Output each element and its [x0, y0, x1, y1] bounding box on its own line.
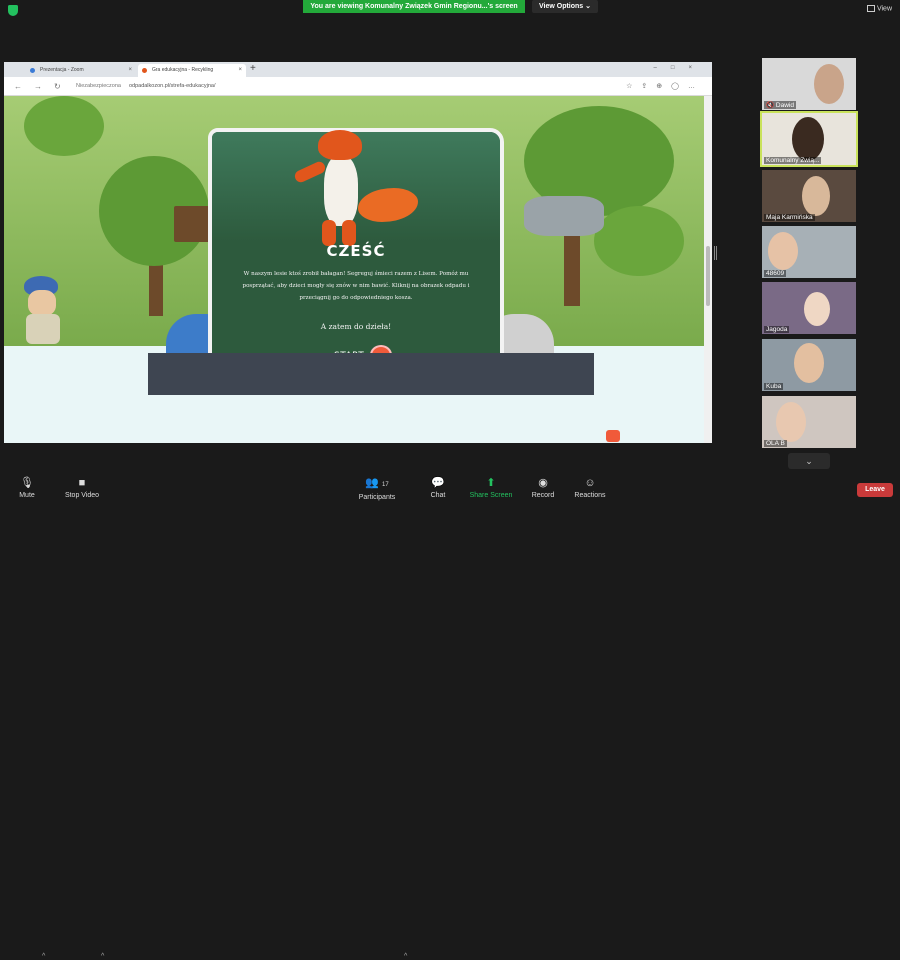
participant-name: 🔇 Dawid	[764, 101, 796, 109]
split-handle[interactable]	[714, 246, 717, 260]
share-screen-label: Share Screen	[469, 492, 513, 499]
video-tile[interactable]: Kuba	[762, 339, 856, 391]
url-input[interactable]: Niezabezpieczona odpadalkozon.pl/strefa-e…	[76, 81, 536, 92]
record-label: Record	[531, 492, 555, 499]
tree	[594, 206, 684, 276]
record-button[interactable]: ◉ Record	[528, 477, 558, 499]
dialog-body: W naszym lesie ktoś zrobił bałagan! Segr…	[242, 271, 470, 301]
view-button[interactable]: View	[866, 5, 892, 13]
rock	[524, 196, 604, 236]
participants-label: Participants	[358, 494, 396, 501]
zoom-top-bar: You are viewing Komunalny Związek Gmin R…	[0, 0, 900, 20]
close-icon[interactable]: ×	[238, 64, 242, 77]
participant-face	[804, 292, 830, 326]
chevron-up-icon[interactable]: ^	[404, 953, 407, 960]
dialog-call-to-action: A zatem do dzieła!	[320, 322, 392, 331]
leave-button[interactable]: Leave	[857, 483, 893, 497]
participant-name: Maja Karmińska	[764, 214, 815, 221]
participants-icon: 👥 17	[365, 477, 389, 489]
participant-face	[792, 117, 824, 161]
tab-label: Gra edukacyjna - Recykling	[152, 67, 214, 73]
participant-face	[794, 343, 824, 383]
close-icon[interactable]: ×	[128, 64, 132, 77]
reactions-icon: ☺	[584, 477, 596, 489]
stop-video-label: Stop Video	[64, 492, 100, 499]
scrollbar-thumb[interactable]	[706, 246, 710, 306]
new-tab-button[interactable]: +	[250, 63, 256, 74]
page-scrollbar[interactable]	[704, 96, 712, 443]
url-text: odpadalkozon.pl/strefa-edukacyjna/	[128, 83, 216, 89]
grid-view-icon	[866, 5, 875, 12]
gnome-body	[26, 314, 60, 344]
video-tile[interactable]: 48609	[762, 226, 856, 278]
view-options-button[interactable]: View Options ⌄	[532, 0, 598, 13]
participant-face	[768, 232, 798, 270]
corner-arrow-button[interactable]	[606, 430, 620, 442]
viewing-banner: You are viewing Komunalny Związek Gmin R…	[303, 0, 525, 13]
fox-arm	[292, 159, 328, 185]
browser-toolbar-icons[interactable]: ☆⇪⊕◯…	[626, 82, 704, 90]
security-label: Niezabezpieczona	[76, 83, 121, 89]
video-tile[interactable]: Jagoda	[762, 282, 856, 334]
video-tile[interactable]: OLA B	[762, 396, 856, 448]
camera-icon: ■	[78, 477, 86, 489]
chevron-up-icon[interactable]: ^	[42, 953, 45, 960]
tab-label: Prezentacja - Zoom	[40, 67, 84, 73]
tab-favicon-icon	[142, 68, 147, 73]
video-tile[interactable]: Maja Karmińska	[762, 170, 856, 222]
fox-character	[284, 130, 434, 246]
video-tile[interactable]: 🔇 Dawid	[762, 58, 856, 110]
back-icon[interactable]: ←	[14, 82, 22, 91]
record-icon: ◉	[538, 477, 548, 489]
participants-button[interactable]: 👥 17 Participants	[354, 477, 400, 501]
participant-face	[802, 176, 830, 216]
intro-dialog: CZEŚĆ W naszym lesie ktoś zrobił bałagan…	[208, 128, 504, 390]
participant-name: Jagoda	[764, 326, 790, 333]
video-tile-active[interactable]: Komunalny Zwią...	[760, 111, 858, 167]
browser-tab-active[interactable]: Gra edukacyjna - Recykling ×	[138, 64, 246, 77]
participant-face	[814, 64, 844, 104]
chat-button[interactable]: 💬 Chat	[424, 477, 452, 499]
share-screen-icon: ⬆	[486, 477, 496, 489]
reactions-button[interactable]: ☺ Reactions	[572, 477, 608, 499]
window-controls[interactable]: ‒□×	[654, 65, 706, 71]
reload-icon[interactable]: ↻	[54, 82, 61, 91]
zoom-toolbar: 🎙 Mute ^ ■ Stop Video ^ 👥 17 Participants ^…	[0, 472, 900, 960]
chevron-up-icon[interactable]: ^	[101, 953, 104, 960]
tab-favicon-icon	[30, 68, 35, 73]
wooden-sign	[174, 206, 210, 242]
gnome-character	[22, 276, 66, 346]
annotation-overlay-bar	[148, 353, 594, 395]
mute-button[interactable]: 🎙 Mute	[14, 477, 40, 499]
participant-name-text: Dawid	[775, 102, 794, 109]
participant-name: Komunalny Zwią...	[764, 157, 822, 164]
address-bar-row: ← → ↻ Niezabezpieczona odpadalkozon.pl/st…	[4, 77, 712, 96]
share-screen-button[interactable]: ⬆ Share Screen	[466, 477, 516, 499]
chevron-down-icon[interactable]: ⌄	[788, 453, 830, 469]
view-button-label: View	[876, 5, 892, 13]
participants-count: 17	[382, 482, 389, 488]
microphone-icon: 🎙	[20, 477, 34, 489]
reactions-label: Reactions	[574, 492, 606, 499]
shield-icon[interactable]	[8, 5, 18, 16]
tree	[24, 96, 104, 156]
fox-tail	[358, 188, 418, 222]
participant-name: OLA B	[764, 440, 787, 447]
chat-icon: 💬	[431, 477, 445, 489]
stop-video-button[interactable]: ■ Stop Video	[60, 477, 104, 499]
participant-face	[776, 402, 806, 442]
forward-icon[interactable]: →	[34, 82, 42, 91]
dialog-heading: CZEŚĆ	[326, 242, 386, 260]
fox-head	[318, 130, 362, 160]
participant-name: 48609	[764, 270, 787, 277]
browser-tab[interactable]: Prezentacja - Zoom ×	[26, 64, 136, 77]
mute-label: Mute	[19, 492, 35, 499]
gnome-face	[28, 290, 56, 316]
participant-name: Kuba	[764, 383, 784, 390]
chat-label: Chat	[430, 492, 446, 499]
fox-torso	[324, 156, 358, 226]
browser-tab-strip: Prezentacja - Zoom × Gra edukacyjna - Rec…	[4, 62, 712, 77]
